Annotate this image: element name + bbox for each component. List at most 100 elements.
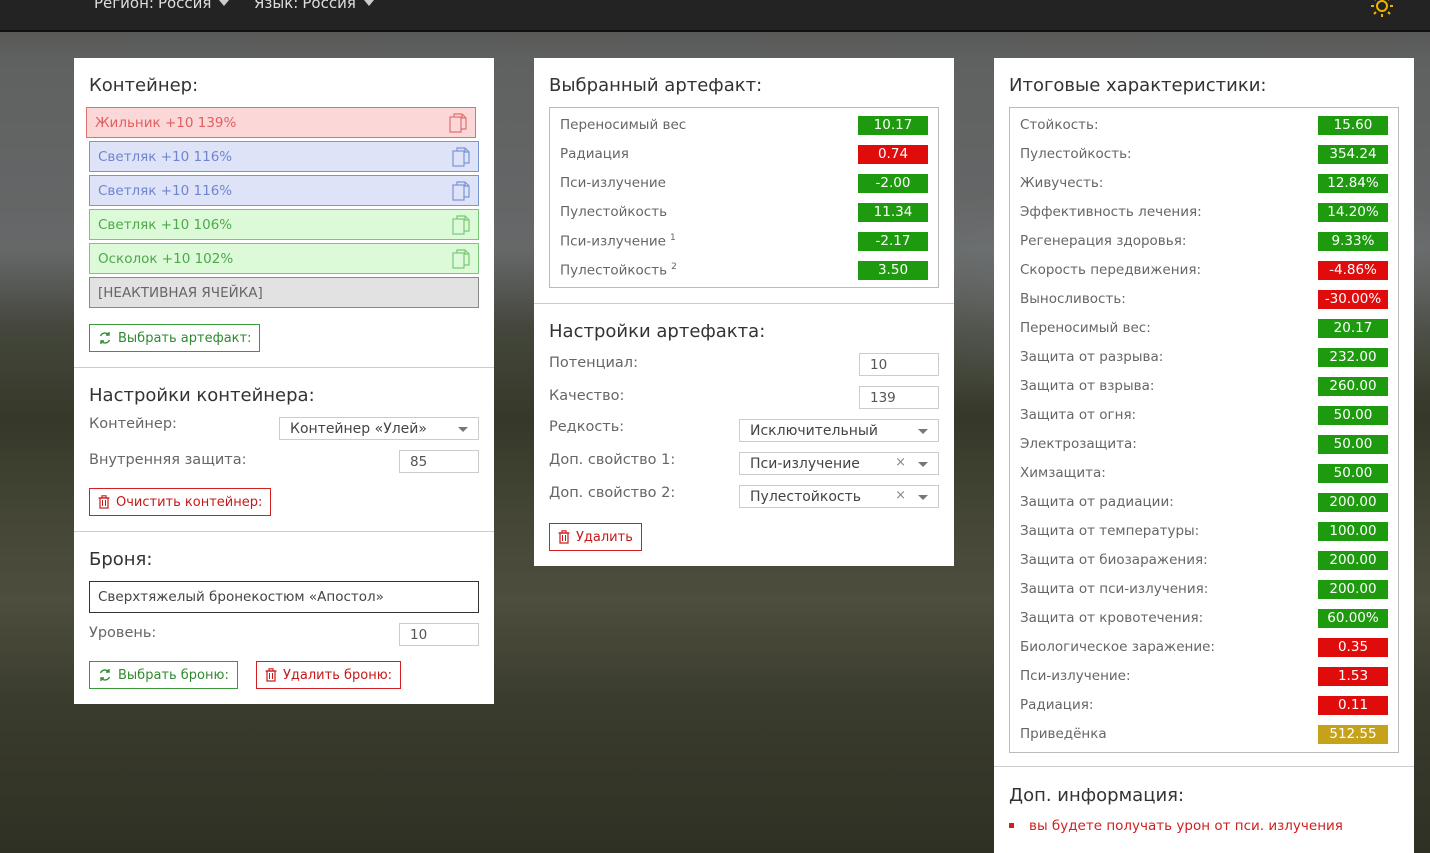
stat-value-badge: 50.00	[1318, 435, 1388, 454]
stat-name: Защита от радиации:	[1020, 494, 1174, 510]
rarity-label: Редкость:	[549, 419, 625, 435]
stat-value-badge: 100.00	[1318, 522, 1388, 541]
stat-row: Переносимый вес 10.17	[550, 111, 938, 140]
artifact-slot[interactable]: Светляк +10 116%	[89, 141, 479, 172]
clear-icon[interactable]: ×	[895, 455, 906, 470]
stat-name: Пси-излучение:	[1020, 668, 1131, 684]
stat-row: Защита от пси-излучения: 200.00	[1010, 575, 1398, 604]
stat-value-badge: 200.00	[1318, 551, 1388, 570]
chevron-down-icon	[363, 0, 374, 6]
stat-row: Защита от кровотечения: 60.00%	[1010, 604, 1398, 633]
stat-name-text: Защита от температуры:	[1020, 523, 1200, 539]
stat-row: Радиация: 0.11	[1010, 691, 1398, 720]
stat-value-badge: 3.50	[858, 261, 928, 280]
artifact-slot[interactable]: Светляк +10 116%	[89, 175, 479, 206]
stat-row: Защита от радиации: 200.00	[1010, 488, 1398, 517]
stat-row: Пулестойкость: 354.24	[1010, 140, 1398, 169]
stat-name: Приведёнка	[1020, 726, 1107, 742]
stat-row: Переносимый вес: 20.17	[1010, 314, 1398, 343]
delete-armor-label: Удалить броню:	[283, 667, 393, 683]
extra2-label: Доп. свойство 2:	[549, 485, 676, 501]
extra1-value: Пси-излучение	[750, 455, 860, 472]
container-type-value: Контейнер «Улей»	[290, 420, 427, 437]
quality-input[interactable]: 139	[859, 386, 939, 409]
stat-name-text: Защита от радиации:	[1020, 494, 1174, 510]
middle-panel: Выбранный артефакт: Переносимый вес 10.17…	[534, 58, 954, 566]
select-armor-button[interactable]: Выбрать броню:	[89, 661, 238, 689]
copy-icon[interactable]	[452, 249, 470, 269]
stat-name: Защита от температуры:	[1020, 523, 1199, 539]
divider	[74, 367, 494, 368]
top-navbar: Регион: Россия Язык: Россия	[0, 0, 1430, 32]
stat-row: Защита от огня: 50.00	[1010, 401, 1398, 430]
container-type-select[interactable]: Контейнер «Улей»	[279, 417, 479, 440]
clear-container-button[interactable]: Очистить контейнер:	[89, 488, 272, 516]
artifact-slot[interactable]: Жильник +10 139%	[86, 107, 476, 138]
delete-artifact-button[interactable]: Удалить	[549, 523, 642, 551]
bullet-icon	[1009, 823, 1014, 828]
sun-icon[interactable]	[1370, 0, 1394, 18]
stat-row: Эффективность лечения: 14.20%	[1010, 198, 1398, 227]
inner-protection-input[interactable]: 85	[399, 450, 479, 473]
select-artifact-button[interactable]: Выбрать артефакт:	[89, 324, 261, 352]
stat-name: Пси-излучение 1	[560, 233, 676, 250]
extra1-label: Доп. свойство 1:	[549, 452, 676, 468]
selected-artifact-title: Выбранный артефакт:	[549, 75, 763, 96]
stat-value-badge: 9.33%	[1318, 232, 1388, 251]
potential-input[interactable]: 10	[859, 353, 939, 376]
chevron-down-icon	[458, 427, 468, 432]
delete-armor-button[interactable]: Удалить броню:	[256, 661, 402, 689]
stat-name: Переносимый вес:	[1020, 320, 1151, 336]
stat-name-text: Биологическое заражение:	[1020, 639, 1215, 655]
stat-name: Защита от взрыва:	[1020, 378, 1154, 394]
stat-name: Выносливость:	[1020, 291, 1126, 307]
stat-value-badge: 11.34	[858, 203, 928, 222]
stat-row: Радиация 0.74	[550, 140, 938, 169]
stat-row: Биологическое заражение: 0.35	[1010, 633, 1398, 662]
inactive-slot[interactable]: [НЕАКТИВНАЯ ЯЧЕЙКА]	[89, 277, 479, 308]
extra2-value: Пулестойкость	[750, 488, 862, 505]
copy-icon[interactable]	[449, 113, 467, 133]
rarity-select[interactable]: Исключительный	[739, 419, 939, 442]
stat-value-badge: 15.60	[1318, 116, 1388, 135]
delete-artifact-label: Удалить	[576, 529, 633, 545]
stat-name-text: Эффективность лечения:	[1020, 204, 1202, 220]
stat-name-text: Защита от биозаражения:	[1020, 552, 1208, 568]
stat-name: Пулестойкость 2	[560, 262, 677, 279]
armor-name-field[interactable]: Сверхтяжелый бронекостюм «Апостол»	[89, 581, 479, 613]
stat-name-text: Защита от взрыва:	[1020, 378, 1155, 394]
stat-row: Пси-излучение 1 -2.17	[550, 227, 938, 256]
trash-icon	[558, 530, 570, 544]
stat-value-badge: -30.00%	[1318, 290, 1388, 309]
stat-name-text: Скорость передвижения:	[1020, 262, 1202, 278]
copy-icon[interactable]	[452, 215, 470, 235]
slot-label: Светляк +10 116%	[98, 148, 233, 165]
stat-name-text: Приведёнка	[1020, 726, 1107, 742]
potential-label: Потенциал:	[549, 355, 638, 371]
stat-name-text: Защита от кровотечения:	[1020, 610, 1204, 626]
clear-icon[interactable]: ×	[895, 488, 906, 503]
stat-name: Биологическое заражение:	[1020, 639, 1215, 655]
select-armor-label: Выбрать броню:	[118, 667, 229, 683]
artifact-slot[interactable]: Осколок +10 102%	[89, 243, 479, 274]
region-selector[interactable]: Регион: Россия	[94, 0, 230, 12]
stat-value-badge: -2.17	[858, 232, 928, 251]
artifact-settings-title: Настройки артефакта:	[549, 321, 766, 342]
slot-label: Светляк +10 106%	[98, 216, 233, 233]
armor-level-label: Уровень:	[89, 625, 157, 641]
armor-level-input[interactable]: 10	[399, 623, 479, 646]
copy-icon[interactable]	[452, 147, 470, 167]
stat-name-text: Пулестойкость	[560, 204, 668, 220]
stat-name: Скорость передвижения:	[1020, 262, 1201, 278]
stat-value-badge: 20.17	[1318, 319, 1388, 338]
language-selector[interactable]: Язык: Россия	[254, 0, 374, 12]
copy-icon[interactable]	[452, 181, 470, 201]
extra2-select[interactable]: Пулестойкость ×	[739, 485, 939, 508]
stat-row: Выносливость: -30.00%	[1010, 285, 1398, 314]
extra1-select[interactable]: Пси-излучение ×	[739, 452, 939, 475]
artifact-slot[interactable]: Светляк +10 106%	[89, 209, 479, 240]
stat-value-badge: -2.00	[858, 174, 928, 193]
stat-footnote-mark: 1	[669, 233, 676, 243]
language-value: Россия	[302, 0, 356, 12]
stat-row: Стойкость: 15.60	[1010, 111, 1398, 140]
